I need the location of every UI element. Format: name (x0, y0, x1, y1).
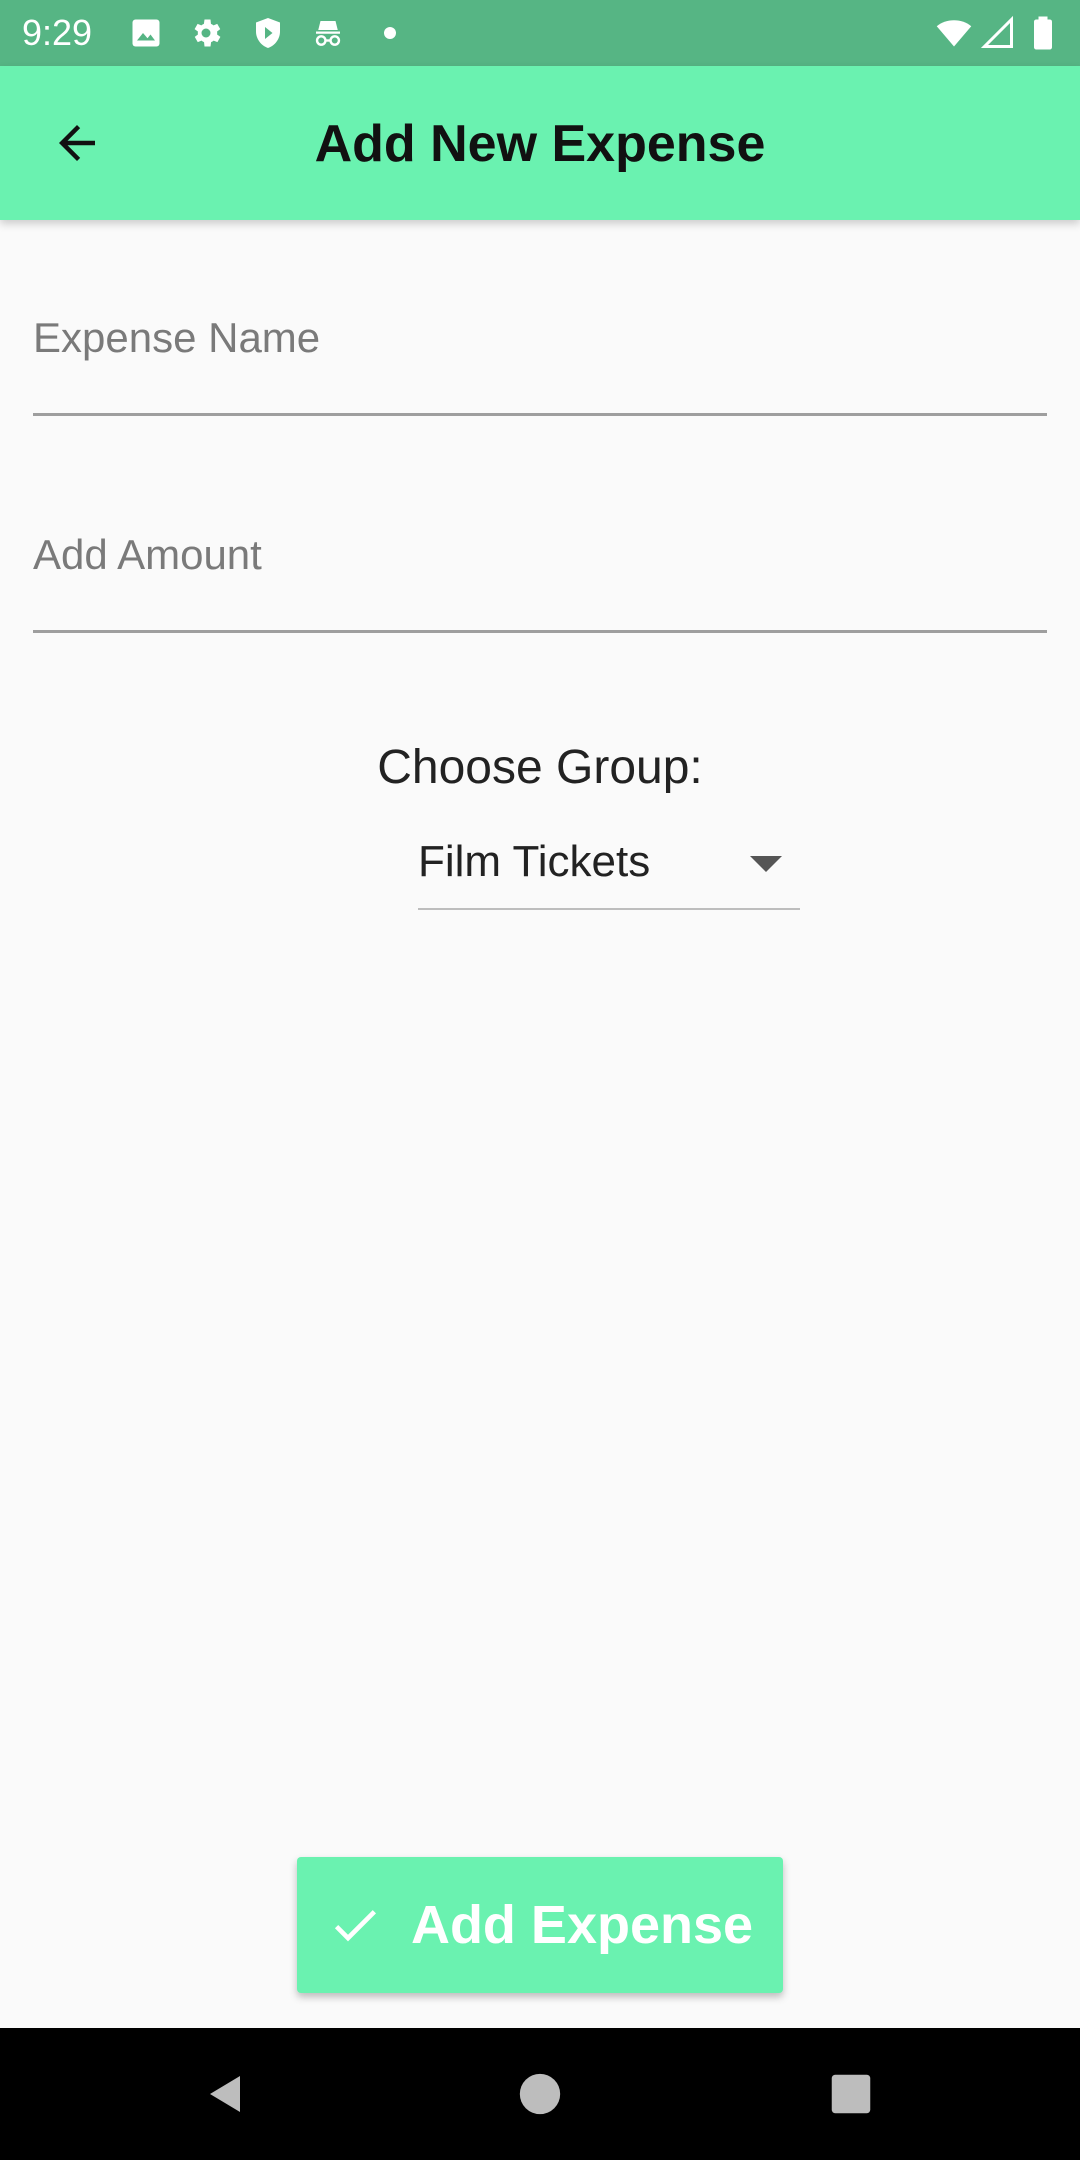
incognito-icon (315, 21, 341, 46)
app-bar: Add New Expense (0, 66, 1080, 220)
choose-group-label: Choose Group: (377, 741, 703, 794)
status-time: 9:29 (22, 12, 93, 53)
amount-input[interactable] (33, 527, 1047, 583)
nav-back-button[interactable] (196, 2064, 256, 2124)
amount-field[interactable] (33, 517, 1047, 633)
check-icon (334, 1910, 376, 1942)
dropdown-underline (418, 908, 800, 910)
recents-square-icon (831, 2074, 871, 2114)
add-expense-button[interactable]: Add Expense (297, 1857, 783, 1993)
navigation-bar (0, 2028, 1080, 2160)
page-title: Add New Expense (314, 115, 766, 173)
expense-name-input[interactable] (33, 310, 1047, 366)
group-dropdown[interactable]: Film Tickets (418, 830, 800, 910)
status-bar: 9:29 (0, 0, 1080, 66)
signal-icon (980, 15, 1013, 48)
notification-dot (384, 27, 396, 39)
image-icon (132, 19, 160, 47)
battery-icon (1034, 16, 1052, 50)
amount-underline (33, 630, 1047, 633)
chevron-down-icon (750, 856, 782, 872)
home-circle-icon (519, 2073, 561, 2115)
nav-recents-button[interactable] (821, 2064, 881, 2124)
add-expense-label: Add Expense (410, 1895, 754, 1955)
group-dropdown-value: Film Tickets (418, 837, 651, 886)
gear-icon (194, 19, 221, 47)
expense-name-underline (33, 413, 1047, 416)
shield-icon (256, 18, 280, 48)
back-triangle-icon (210, 2076, 240, 2112)
wifi-icon (936, 20, 972, 47)
expense-name-field[interactable] (33, 300, 1047, 416)
nav-home-button[interactable] (510, 2064, 570, 2124)
